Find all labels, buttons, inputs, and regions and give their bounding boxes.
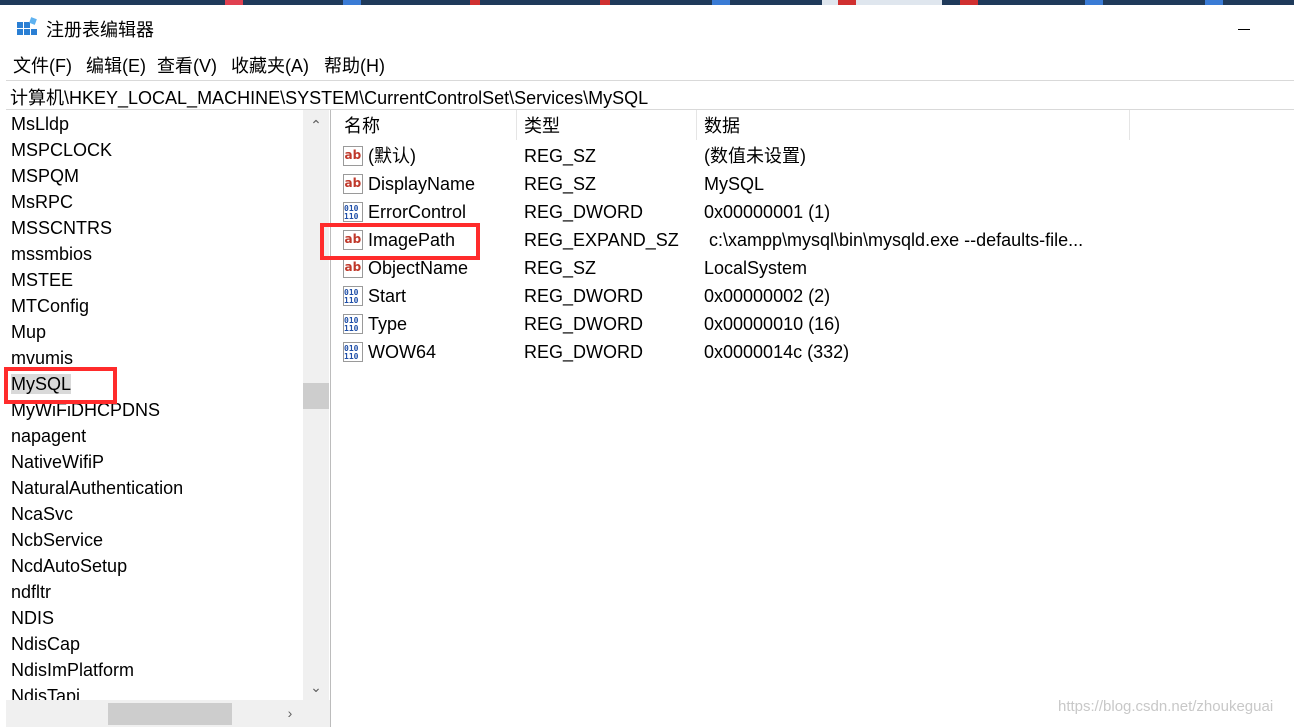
value-data: LocalSystem xyxy=(704,258,808,278)
tree-item[interactable]: mssmbios xyxy=(11,241,92,267)
value-row[interactable]: ab DisplayName REG_SZ MySQL xyxy=(337,170,1294,198)
column-header-type[interactable]: 类型 xyxy=(517,110,697,140)
menu-edit[interactable]: 编辑(E) xyxy=(86,52,146,78)
scroll-right-icon[interactable]: › xyxy=(278,700,302,727)
value-row[interactable]: 010 110 Type REG_DWORD 0x00000010 (16) xyxy=(337,310,1294,338)
value-row[interactable]: 010 110 ErrorControl REG_DWORD 0x00000001… xyxy=(337,198,1294,226)
key-tree-pane: MsLldp MSPCLOCK MSPQM MsRPC MSSCNTRS mss… xyxy=(6,110,331,727)
value-data: 0x0000014c (332) xyxy=(704,342,850,362)
value-row[interactable]: ab (默认) REG_SZ (数值未设置) xyxy=(337,142,1294,170)
tree-item[interactable]: Mup xyxy=(11,319,46,345)
string-value-icon: ab xyxy=(343,258,363,278)
tree-item[interactable]: MSPQM xyxy=(11,163,79,189)
title-bar: 注册表编辑器 xyxy=(0,5,1294,47)
tree-item[interactable]: MSTEE xyxy=(11,267,73,293)
value-type: REG_SZ xyxy=(524,146,597,166)
menu-help[interactable]: 帮助(H) xyxy=(324,52,385,78)
column-header-data[interactable]: 数据 xyxy=(697,110,1130,140)
tree-item[interactable]: MSSCNTRS xyxy=(11,215,112,241)
value-data: 0x00000010 (16) xyxy=(704,314,841,334)
binary-value-icon: 010110 xyxy=(343,286,363,306)
values-pane: 名称 类型 数据 ab (默认) REG_SZ (数值未设置) ab Displ… xyxy=(337,110,1294,727)
column-header-name[interactable]: 名称 xyxy=(337,110,517,140)
tree-item[interactable]: NaturalAuthentication xyxy=(11,475,183,501)
value-row[interactable]: 010 110 Start REG_DWORD 0x00000002 (2) xyxy=(337,282,1294,310)
highlight-box-mysql xyxy=(4,367,117,404)
value-type: REG_DWORD xyxy=(524,314,644,334)
svg-text:110: 110 xyxy=(344,324,359,333)
binary-value-icon: 010110 xyxy=(343,202,363,222)
menu-bar: 文件(F) 编辑(E) 查看(V) 收藏夹(A) 帮助(H) xyxy=(0,47,1294,79)
value-name: ErrorControl xyxy=(368,202,467,222)
tree-item[interactable]: NcbService xyxy=(11,527,103,553)
menu-view[interactable]: 查看(V) xyxy=(157,52,217,78)
value-data: 0x00000001 (1) xyxy=(704,202,831,222)
svg-text:110: 110 xyxy=(344,296,359,305)
minimize-button[interactable] xyxy=(1230,13,1260,43)
tree-item[interactable]: MsRPC xyxy=(11,189,73,215)
svg-text:ab: ab xyxy=(345,260,362,274)
scroll-down-icon[interactable]: ⌄ xyxy=(303,674,329,700)
svg-text:ab: ab xyxy=(345,148,362,162)
string-value-icon: ab xyxy=(343,174,363,194)
value-type: REG_SZ xyxy=(524,258,597,278)
value-name: Start xyxy=(368,286,407,306)
tree-item[interactable]: NativeWifiP xyxy=(11,449,104,475)
tree-item[interactable]: NdisCap xyxy=(11,631,80,657)
svg-text:110: 110 xyxy=(344,212,359,221)
tree-item[interactable]: MTConfig xyxy=(11,293,89,319)
value-type: REG_EXPAND_SZ xyxy=(524,230,679,250)
value-data: (数值未设置) xyxy=(704,146,806,166)
value-data: 0x00000002 (2) xyxy=(704,286,831,306)
address-bar[interactable]: 计算机\HKEY_LOCAL_MACHINE\SYSTEM\CurrentCon… xyxy=(6,80,1294,110)
binary-value-icon: 010110 xyxy=(343,314,363,334)
value-name: DisplayName xyxy=(368,174,476,194)
scroll-thumb[interactable] xyxy=(303,383,329,409)
value-row[interactable]: ab ImagePath REG_EXPAND_SZ c:\xampp\mysq… xyxy=(337,226,1294,254)
svg-text:110: 110 xyxy=(344,352,359,361)
scroll-up-icon[interactable]: ⌃ xyxy=(303,112,329,138)
string-value-icon: ab xyxy=(343,146,363,166)
tree-item[interactable]: NdisImPlatform xyxy=(11,657,134,683)
value-name: (默认) xyxy=(368,146,416,166)
value-type: REG_DWORD xyxy=(524,286,644,306)
watermark: https://blog.csdn.net/zhoukeguai xyxy=(1058,698,1274,715)
value-type: REG_SZ xyxy=(524,174,597,194)
value-data: c:\xampp\mysql\bin\mysqld.exe --defaults… xyxy=(709,230,1084,250)
address-path[interactable]: 计算机\HKEY_LOCAL_MACHINE\SYSTEM\CurrentCon… xyxy=(10,84,648,110)
window-title: 注册表编辑器 xyxy=(46,20,154,40)
value-data: MySQL xyxy=(704,174,765,194)
registry-editor-icon xyxy=(17,17,37,35)
value-name: WOW64 xyxy=(368,342,437,362)
tree-item[interactable]: napagent xyxy=(11,423,86,449)
tree-item[interactable]: NcdAutoSetup xyxy=(11,553,127,579)
value-type: REG_DWORD xyxy=(524,342,644,362)
binary-value-icon: 010110 xyxy=(343,342,363,362)
tree-item[interactable]: ndfltr xyxy=(11,579,51,605)
hscroll-thumb[interactable] xyxy=(108,703,232,725)
menu-file[interactable]: 文件(F) xyxy=(13,52,72,78)
tree-vertical-scrollbar[interactable]: ⌃ ⌄ xyxy=(303,110,329,700)
tree-item[interactable]: MSPCLOCK xyxy=(11,137,112,163)
value-type: REG_DWORD xyxy=(524,202,644,222)
tree-item[interactable]: NcaSvc xyxy=(11,501,73,527)
tree-item[interactable]: MsLldp xyxy=(11,111,69,137)
tree-item[interactable]: NDIS xyxy=(11,605,54,631)
menu-favorites[interactable]: 收藏夹(A) xyxy=(231,52,309,78)
tree-horizontal-scrollbar[interactable]: › xyxy=(6,700,330,727)
value-row[interactable]: 010 110 WOW64 REG_DWORD 0x0000014c (332) xyxy=(337,338,1294,366)
value-name: Type xyxy=(368,314,408,334)
svg-text:ab: ab xyxy=(345,176,362,190)
highlight-box-imagepath xyxy=(320,223,480,260)
value-row[interactable]: ab ObjectName REG_SZ LocalSystem xyxy=(337,254,1294,282)
